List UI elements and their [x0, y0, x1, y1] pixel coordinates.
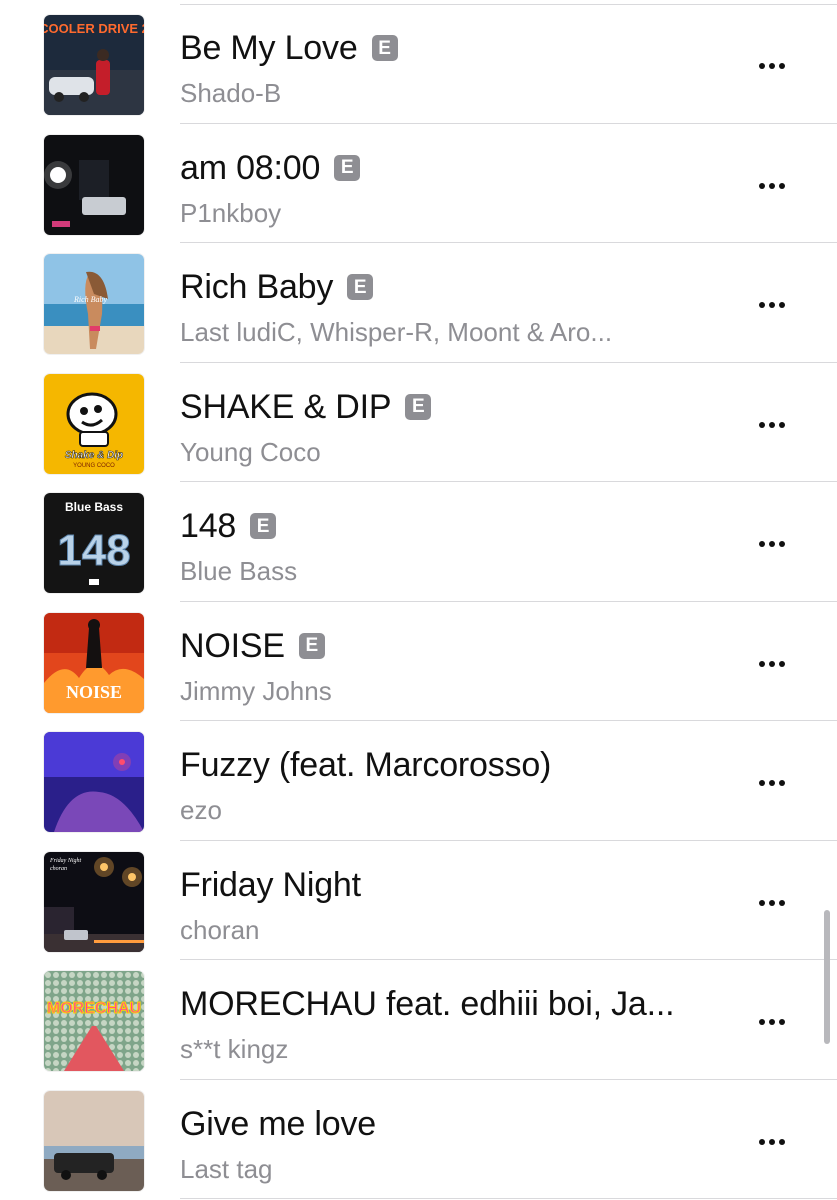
- song-row[interactable]: Shake & Dip YOUNG COCO SHAKE & DIP E You…: [0, 363, 837, 482]
- artist-name[interactable]: Jimmy Johns: [180, 674, 332, 708]
- more-options-icon[interactable]: [752, 172, 792, 200]
- album-art: MORECHAU: [43, 970, 145, 1072]
- sunset-car-art: [44, 1090, 144, 1191]
- cooler-drive-art: COOLER DRIVE 2: [44, 15, 144, 115]
- night-car-art: [44, 134, 144, 235]
- more-options-icon[interactable]: [752, 889, 792, 917]
- art-title-text: MORECHAU: [47, 1000, 141, 1017]
- beach-art: Rich Baby: [44, 254, 144, 354]
- song-row[interactable]: Fuzzy (feat. Marcorosso) ezo: [0, 721, 837, 841]
- morechau-art: MORECHAU: [44, 971, 144, 1071]
- yellow-cartoon-art: Shake & Dip YOUNG COCO: [44, 373, 144, 474]
- blue-bass-art: Blue Bass 148: [44, 493, 144, 593]
- song-title: Friday Night: [180, 865, 361, 904]
- album-art: [43, 1089, 145, 1192]
- song-title: MORECHAU feat. edhiii boi, Ja...: [180, 985, 675, 1023]
- art-title-text: NOISE: [66, 682, 122, 702]
- album-art: Shake & Dip YOUNG COCO: [43, 372, 145, 475]
- album-art: Rich Baby: [43, 253, 145, 355]
- explicit-badge: E: [250, 513, 277, 539]
- artist-name[interactable]: Young Coco: [180, 435, 321, 469]
- scrollbar[interactable]: [824, 910, 830, 1044]
- purple-art: [44, 732, 144, 832]
- more-options-icon[interactable]: [752, 1128, 792, 1156]
- more-options-icon[interactable]: [752, 650, 792, 678]
- more-options-icon[interactable]: [752, 1008, 792, 1036]
- artist-name[interactable]: s**t kingz: [180, 1032, 288, 1066]
- artist-name[interactable]: Shado-B: [180, 76, 281, 110]
- song-row[interactable]: COOLER DRIVE 2 Be My Love E Shado-B: [0, 4, 837, 124]
- more-options-icon[interactable]: [752, 411, 792, 439]
- album-art: [43, 133, 145, 236]
- song-list: COOLER DRIVE 2 Be My Love E Shado-B am 0…: [0, 0, 837, 1200]
- art-title-text: COOLER DRIVE 2: [44, 21, 144, 36]
- song-row[interactable]: MORECHAU MORECHAU feat. edhiii boi, Ja..…: [0, 960, 837, 1080]
- artist-name[interactable]: Blue Bass: [180, 554, 297, 588]
- song-title: Fuzzy (feat. Marcorosso): [180, 746, 552, 784]
- more-options-icon[interactable]: [752, 769, 792, 797]
- row-divider: [180, 1198, 837, 1199]
- album-art: Friday Night choran: [43, 850, 145, 953]
- song-row[interactable]: NOISE NOISE E Jimmy Johns: [0, 602, 837, 721]
- song-title: am 08:00: [180, 148, 321, 187]
- album-art: NOISE: [43, 611, 145, 714]
- song-title: NOISE: [180, 626, 285, 665]
- song-row[interactable]: Friday Night choran Friday Night choran: [0, 841, 837, 960]
- art-title-text: Blue Bass: [65, 500, 123, 514]
- song-title: Give me love: [180, 1104, 377, 1143]
- art-title-text: Shake & Dip: [65, 450, 123, 461]
- explicit-badge: E: [298, 632, 325, 659]
- artist-name[interactable]: choran: [180, 913, 260, 947]
- album-art: COOLER DRIVE 2: [43, 14, 145, 116]
- album-art: Blue Bass 148: [43, 492, 145, 594]
- artist-name[interactable]: P1nkboy: [180, 196, 281, 230]
- art-artist-text: YOUNG COCO: [73, 463, 115, 469]
- artist-name[interactable]: Last tag: [180, 1152, 273, 1186]
- artist-name[interactable]: Last ludiC, Whisper-R, Moont & Aro...: [180, 315, 612, 349]
- art-title-text: Rich Baby: [73, 295, 108, 304]
- more-options-icon[interactable]: [752, 52, 792, 80]
- song-title: Be My Love: [180, 29, 358, 67]
- art-number-text: 148: [57, 526, 130, 575]
- artist-name[interactable]: ezo: [180, 793, 222, 827]
- song-row[interactable]: Blue Bass 148 148 E Blue Bass: [0, 482, 837, 602]
- more-options-icon[interactable]: [752, 291, 792, 319]
- art-artist-text: choran: [50, 866, 67, 872]
- song-row[interactable]: Rich Baby Rich Baby E Last ludiC, Whispe…: [0, 243, 837, 363]
- more-options-icon[interactable]: [752, 530, 792, 558]
- song-title: 148: [180, 507, 237, 545]
- song-title: Rich Baby: [180, 268, 334, 306]
- explicit-badge: E: [405, 393, 432, 420]
- explicit-badge: E: [334, 154, 361, 181]
- art-title-text: Friday Night: [49, 858, 81, 864]
- song-row[interactable]: am 08:00 E P1nkboy: [0, 124, 837, 243]
- night-street-art: Friday Night choran: [44, 851, 144, 952]
- explicit-badge: E: [347, 274, 374, 300]
- album-art: [43, 731, 145, 833]
- explicit-badge: E: [371, 35, 398, 61]
- song-title: SHAKE & DIP: [180, 387, 392, 426]
- song-row[interactable]: Give me love Last tag: [0, 1080, 837, 1199]
- fire-art: NOISE: [44, 612, 144, 713]
